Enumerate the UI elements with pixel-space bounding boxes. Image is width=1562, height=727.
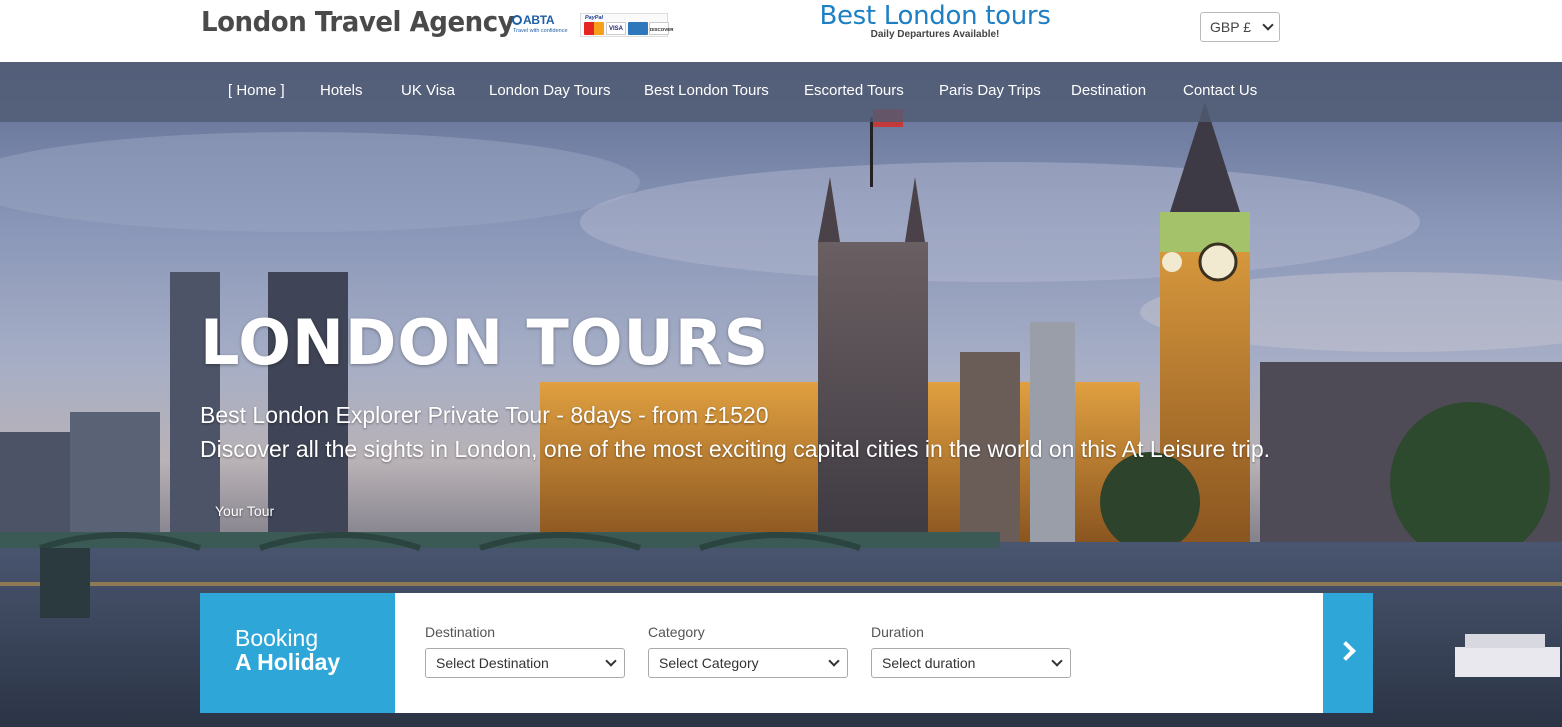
booking-label-box: Booking A Holiday — [200, 593, 395, 713]
your-tour-link[interactable]: Your Tour — [215, 503, 274, 519]
nav-item-home[interactable]: [ Home ] — [228, 82, 285, 99]
amex-icon — [628, 22, 648, 35]
booking-label-line2: A Holiday — [235, 649, 341, 675]
nav-item-paris-day-trips[interactable]: Paris Day Trips — [939, 82, 1041, 99]
mastercard-icon — [584, 22, 604, 35]
nav-item-best-london-tours[interactable]: Best London Tours — [644, 82, 769, 99]
nav-item-london-day-tours[interactable]: London Day Tours — [489, 82, 610, 99]
destination-label: Destination — [425, 624, 496, 640]
visa-icon: VISA — [606, 22, 626, 35]
nav-item-contact-us[interactable]: Contact Us — [1183, 82, 1257, 99]
chevron-right-icon — [1336, 641, 1356, 661]
payment-logos: PayPal VISA DISCOVER — [580, 13, 674, 37]
currency-select[interactable]: GBP £ — [1200, 12, 1280, 42]
chevron-down-icon — [828, 655, 840, 667]
duration-select[interactable]: Select duration — [871, 648, 1071, 678]
nav-item-escorted-tours[interactable]: Escorted Tours — [804, 82, 904, 99]
booking-label-line1: Booking — [235, 625, 319, 651]
booking-form: Booking A Holiday Destination Select Des… — [200, 593, 1373, 713]
promo-title: Best London tours — [819, 1, 1051, 31]
discover-icon: DISCOVER — [649, 22, 674, 35]
duration-label: Duration — [871, 624, 924, 640]
paypal-icon: PayPal — [585, 15, 604, 21]
destination-select[interactable]: Select Destination — [425, 648, 625, 678]
chevron-down-icon — [605, 655, 617, 667]
nav-item-destination[interactable]: Destination — [1071, 82, 1146, 99]
promo-banner: Best London tours Daily Departures Avail… — [790, 2, 1080, 40]
abta-ring-icon — [512, 15, 522, 25]
category-select[interactable]: Select Category — [648, 648, 848, 678]
chevron-down-icon — [1262, 19, 1274, 31]
abta-logo: ABTA Travel with confidence — [512, 13, 568, 34]
category-label: Category — [648, 624, 705, 640]
chevron-down-icon — [1051, 655, 1063, 667]
promo-subtitle: Daily Departures Available! — [870, 29, 1000, 40]
search-submit-button[interactable] — [1323, 593, 1373, 713]
site-header: London Travel Agency ABTA Travel with co… — [0, 0, 1562, 62]
hero-description: Discover all the sights in London, one o… — [200, 436, 1271, 462]
hero-subtitle[interactable]: Best London Explorer Private Tour - 8day… — [200, 402, 769, 429]
site-logo-text[interactable]: London Travel Agency — [201, 5, 515, 38]
nav-item-uk-visa[interactable]: UK Visa — [401, 82, 455, 99]
hero-title: LONDON TOURS — [200, 306, 770, 379]
nav-item-hotels[interactable]: Hotels — [320, 82, 363, 99]
main-nav: [ Home ] Hotels UK Visa London Day Tours… — [0, 62, 1562, 122]
